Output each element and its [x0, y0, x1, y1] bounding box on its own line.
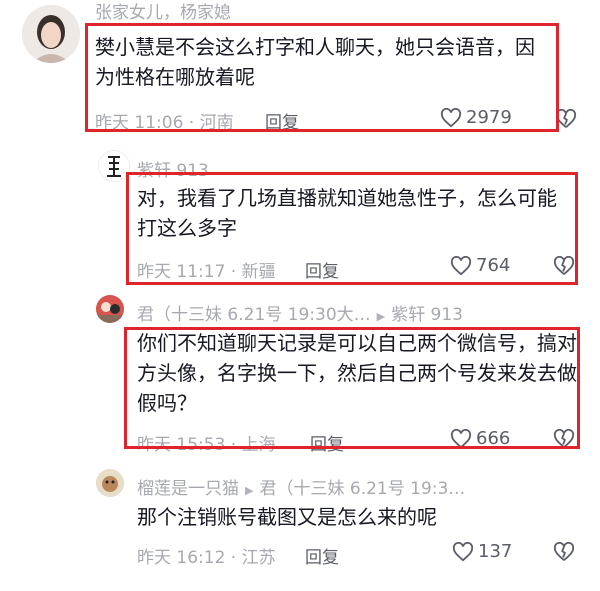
dislike-button[interactable]: [553, 429, 575, 449]
like-count: 2979: [466, 107, 512, 128]
reply-button[interactable]: 回复: [305, 543, 339, 568]
broken-heart-icon: [553, 429, 575, 449]
broken-heart-icon: [553, 256, 575, 276]
comment-username: 君（十三妹 6.21号 19:30大… ▶ 紫轩 913: [137, 300, 463, 325]
broken-heart-icon: [553, 542, 575, 562]
comment-text: 对，我看了几场直播就知道她急性子，怎么可能打这么多字: [137, 186, 557, 240]
comment-time-location: 昨天 15:53 · 上海: [137, 435, 276, 455]
comment-text: 樊小慧是不会这么打字和人聊天，她只会语音，因为性格在哪放着呢: [95, 35, 535, 89]
comment-time-location: 昨天 16:12 · 江苏: [137, 548, 276, 568]
comment-username: 榴莲是一只猫 ▶ 君（十三妹 6.21号 19:3…: [137, 474, 465, 499]
dislike-button[interactable]: [553, 256, 575, 276]
comment-text: 那个注销账号截图又是怎么来的呢: [137, 505, 437, 529]
dislike-button[interactable]: [555, 109, 577, 129]
triangle-right-icon: ▶: [245, 484, 254, 497]
like-button[interactable]: 2979: [440, 107, 512, 128]
comment-username-link[interactable]: 榴莲是一只猫: [137, 479, 239, 499]
like-count: 137: [478, 541, 513, 562]
heart-outline-icon: [450, 255, 472, 276]
like-count: 764: [476, 255, 511, 276]
comment-time-location: 昨天 11:17 · 新疆: [137, 262, 276, 282]
reply-button[interactable]: 回复: [305, 257, 339, 282]
avatar[interactable]: [96, 469, 124, 497]
comment-time-location: 昨天 11:06 · 河南: [95, 113, 234, 133]
like-button[interactable]: 666: [450, 428, 510, 449]
like-count: 666: [476, 428, 511, 449]
broken-heart-icon: [555, 109, 577, 129]
reply-to-username[interactable]: 君（十三妹 6.21号 19:3…: [259, 479, 465, 499]
avatar[interactable]: [98, 150, 130, 182]
avatar[interactable]: [22, 5, 80, 63]
like-button[interactable]: 764: [450, 255, 510, 276]
heart-outline-icon: [440, 107, 462, 128]
triangle-right-icon: ▶: [376, 310, 386, 323]
reply-to-username[interactable]: 紫轩 913: [391, 305, 463, 325]
heart-outline-icon: [450, 428, 472, 449]
comment-username[interactable]: 紫轩 913: [137, 156, 209, 181]
comment-username-link[interactable]: 君（十三妹 6.21号 19:30大…: [137, 305, 371, 325]
comment-username[interactable]: 张家女儿，杨家媳: [95, 0, 231, 23]
reply-button[interactable]: 回复: [310, 430, 344, 455]
heart-outline-icon: [452, 541, 474, 562]
like-button[interactable]: 137: [452, 541, 512, 562]
avatar[interactable]: [96, 295, 124, 323]
comment-text: 你们不知道聊天记录是可以自己两个微信号，搞对方头像，名字换一下，然后自己两个号发…: [137, 331, 577, 415]
dislike-button[interactable]: [553, 542, 575, 562]
reply-button[interactable]: 回复: [265, 108, 299, 133]
